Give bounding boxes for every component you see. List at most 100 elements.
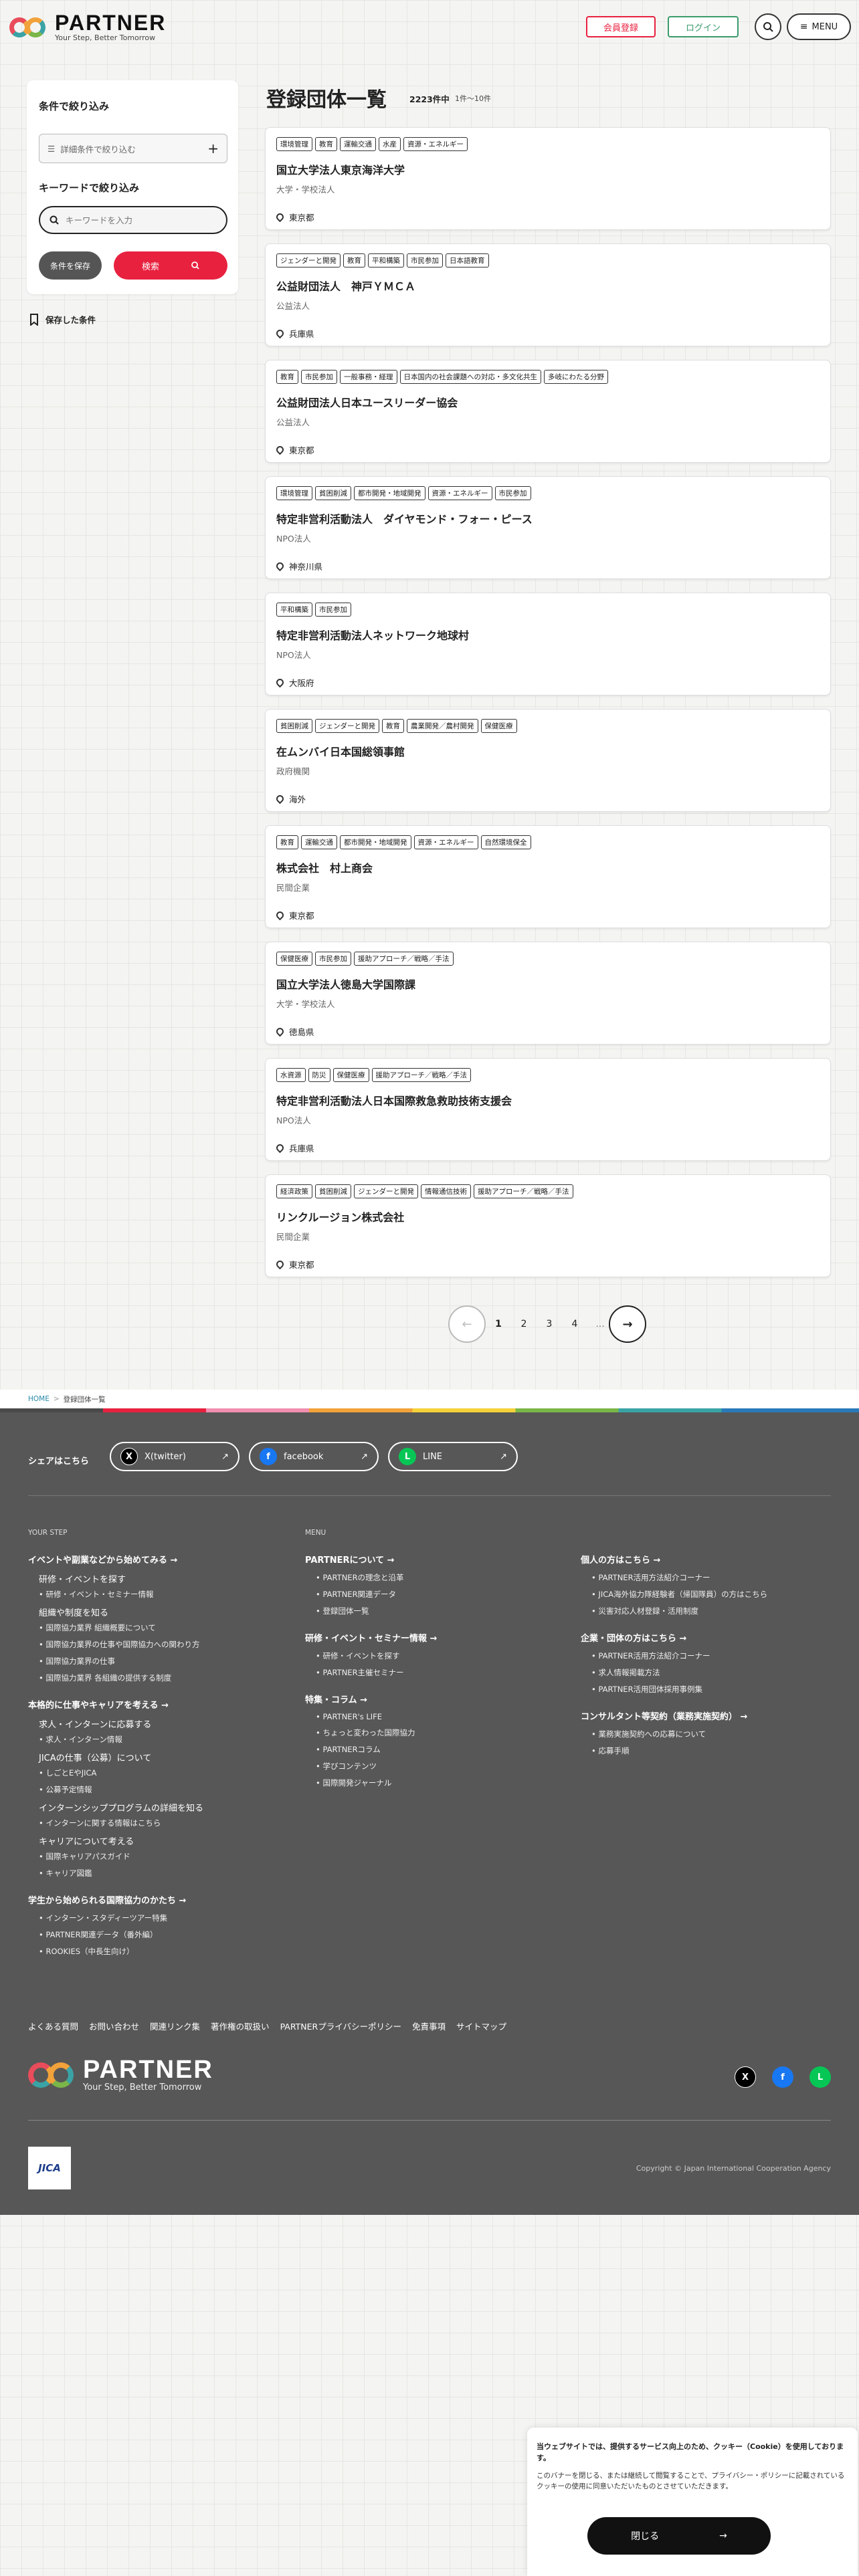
footer-section-link[interactable]: 個人の方はこちら → (581, 1553, 842, 1566)
footer-subsection[interactable]: キャリアについて考える (39, 1834, 289, 1847)
org-card[interactable]: 保健医療 市民参加 援助アプローチ／戦略／手法 国立大学法人徳島大学国際課 大学・学校法… (265, 942, 831, 1045)
footer-x-icon[interactable]: X (735, 2066, 756, 2088)
footer-subsection[interactable]: 組織や制度を知る (39, 1606, 289, 1618)
footer-link[interactable]: • 研修・イベントを探す (316, 1650, 566, 1661)
org-card[interactable]: 貧困削減 ジェンダーと開発 教育 農業開発／農村開発 保健医療 在ムンバイ日本国総領事館政… (265, 709, 831, 812)
footer-link[interactable]: • PARTNER活用団体採用事例集 (591, 1684, 842, 1695)
org-name[interactable]: 国立大学法人徳島大学国際課 (276, 976, 415, 992)
page-3[interactable]: 3 (545, 1319, 554, 1329)
page-4[interactable]: 4 (570, 1319, 579, 1329)
footer-subsection[interactable]: インターンシッププログラムの詳細を知る (39, 1801, 289, 1814)
footer-link[interactable]: • 登録団体一覧 (316, 1606, 566, 1616)
next-page-button[interactable]: → (609, 1305, 646, 1343)
footer-bottom-link[interactable]: サイトマップ (456, 2020, 506, 2032)
footer-link[interactable]: • 災害対応人材登録・活用制度 (591, 1606, 842, 1616)
register-button[interactable]: 会員登録 (586, 16, 656, 37)
search-button[interactable] (755, 13, 781, 40)
footer-link[interactable]: • PARTNER主催セミナー (316, 1667, 566, 1678)
footer-bottom-link[interactable]: お問い合わせ (89, 2020, 139, 2032)
footer-link[interactable]: • インターン・スタディーツアー特集 (39, 1913, 289, 1923)
org-card[interactable]: 環境管理 教育 運輸交通 水産 資源・エネルギー 国立大学法人東京海洋大学 大学・学校法人東… (265, 127, 831, 230)
save-condition-button[interactable]: 条件を保存 (39, 251, 102, 280)
share-facebook-button[interactable]: f facebook ↗ (249, 1442, 379, 1471)
footer-bottom-link[interactable]: 関連リンク集 (150, 2020, 200, 2032)
org-name[interactable]: 在ムンバイ日本国総領事館 (276, 743, 405, 759)
footer-link[interactable]: • 国際協力業界の仕事 (39, 1656, 289, 1667)
login-button[interactable]: ログイン (668, 16, 739, 37)
keyword-input[interactable] (66, 215, 213, 225)
org-name[interactable]: 特定非営利活動法人日本国際救急救助技術支援会 (276, 1092, 512, 1108)
org-card[interactable]: 環境管理 貧困削減 都市開発・地域開発 資源・エネルギー 市民参加 特定非営利活動法人 ダ… (265, 476, 831, 579)
org-card[interactable]: ジェンダーと開発 教育 平和構築 市民参加 日本語教育 公益財団法人 神戸ＹＭＣＡ 公益法人… (265, 243, 831, 346)
footer-facebook-icon[interactable]: f (772, 2066, 793, 2088)
footer-section-link[interactable]: 学生から始められる国際協力のかたち → (28, 1893, 289, 1906)
footer-link[interactable]: • インターンに関する情報はこちら (39, 1818, 289, 1828)
breadcrumb-home[interactable]: HOME (28, 1395, 50, 1403)
footer-section-link[interactable]: コンサルタント等契約（業務実施契約） → (581, 1709, 842, 1722)
footer-section-link[interactable]: 企業・団体の方はこちら → (581, 1631, 842, 1644)
footer-link[interactable]: • 国際協力業界 組織概要について (39, 1622, 289, 1633)
footer-subsection[interactable]: 研修・イベントを探す (39, 1572, 289, 1585)
footer-section-link[interactable]: 研修・イベント・セミナー情報 → (305, 1631, 566, 1644)
org-card[interactable]: 水資源 防災 保健医療 援助アプローチ／戦略／手法 特定非営利活動法人日本国際救急救助技… (265, 1058, 831, 1161)
org-name[interactable]: 公益財団法人日本ユースリーダー協会 (276, 394, 458, 410)
org-card[interactable]: 経済政策 貧困削減 ジェンダーと開発 情報通信技術 援助アプローチ／戦略／手法 リンクルー… (265, 1174, 831, 1277)
detail-filter-button[interactable]: ☰ 詳細条件で絞り込む + (39, 134, 227, 163)
footer-link[interactable]: • キャリア図鑑 (39, 1868, 289, 1879)
org-card[interactable]: 教育 運輸交通 都市開発・地域開発 資源・エネルギー 自然環境保全 株式会社 村上商会 民間… (265, 825, 831, 928)
footer-link[interactable]: • PARTNER活用方法紹介コーナー (591, 1650, 842, 1661)
footer-section-link[interactable]: 本格的に仕事やキャリアを考える → (28, 1698, 289, 1711)
footer-link[interactable]: • 業務実施契約への応募について (591, 1729, 842, 1739)
search-submit-button[interactable]: 検索 (114, 251, 227, 280)
footer-line-icon[interactable]: L (809, 2066, 831, 2088)
prev-page-button[interactable]: ← (448, 1305, 486, 1343)
org-card[interactable]: 平和構築 市民参加 特定非営利活動法人ネットワーク地球村 NPO法人 大阪府 (265, 593, 831, 695)
footer-link[interactable]: • PARTNER活用方法紹介コーナー (591, 1572, 842, 1583)
footer-link[interactable]: • 国際協力業界の仕事や国際協力への関わり方 (39, 1639, 289, 1650)
footer-subsection[interactable]: 求人・インターンに応募する (39, 1717, 289, 1730)
footer-link[interactable]: • PARTNER's LIFE (316, 1712, 566, 1721)
footer-link[interactable]: • 国際開発ジャーナル (316, 1778, 566, 1788)
footer-link[interactable]: • 研修・イベント・セミナー情報 (39, 1589, 289, 1600)
footer-link[interactable]: • PARTNER関連データ（番外編） (39, 1929, 289, 1940)
menu-button[interactable]: ≡ MENU (787, 13, 851, 40)
share-line-button[interactable]: L LINE ↗ (388, 1442, 518, 1471)
footer-link[interactable]: • 学びコンテンツ (316, 1761, 566, 1772)
footer-link[interactable]: • PARTNERコラム (316, 1744, 566, 1755)
footer-bottom-link[interactable]: よくある質問 (28, 2020, 78, 2032)
footer-section-link[interactable]: イベントや副業などから始めてみる → (28, 1553, 289, 1566)
footer-link[interactable]: • 国際協力業界 各組織の提供する制度 (39, 1673, 289, 1683)
jica-logo[interactable]: JICA (28, 2147, 71, 2189)
footer-bottom-link[interactable]: 著作権の取扱い (211, 2020, 270, 2032)
footer-link[interactable]: • 公募予定情報 (39, 1784, 289, 1795)
footer-section-link[interactable]: 特集・コラム → (305, 1693, 566, 1705)
page-1[interactable]: 1 (494, 1319, 503, 1329)
footer-bottom-link[interactable]: 免責事項 (412, 2020, 446, 2032)
footer-section-link[interactable]: PARTNERについて → (305, 1553, 566, 1566)
saved-conditions-link[interactable]: 保存した条件 (29, 313, 96, 326)
footer-link[interactable]: • 求人情報掲載方法 (591, 1667, 842, 1678)
cookie-close-button[interactable]: 閉じる → (587, 2517, 771, 2555)
footer-bottom-link[interactable]: PARTNERプライバシーポリシー (280, 2020, 401, 2032)
org-name[interactable]: 特定非営利活動法人ネットワーク地球村 (276, 627, 469, 643)
org-name[interactable]: 公益財団法人 神戸ＹＭＣＡ (276, 278, 415, 294)
page-2[interactable]: 2 (519, 1319, 529, 1329)
footer-link[interactable]: • 求人・インターン情報 (39, 1734, 289, 1745)
footer-link[interactable]: • 応募手順 (591, 1745, 842, 1756)
footer-link[interactable]: • PARTNER関連データ (316, 1589, 566, 1600)
footer-link[interactable]: • PARTNERの理念と沿革 (316, 1572, 566, 1583)
org-name[interactable]: 特定非営利活動法人 ダイヤモンド・フォー・ピース (276, 510, 533, 526)
footer-link[interactable]: • ROOKIES（中長生向け） (39, 1946, 289, 1957)
footer-link[interactable]: • 国際キャリアパスガイド (39, 1851, 289, 1862)
org-name[interactable]: 株式会社 村上商会 (276, 859, 373, 875)
org-name[interactable]: 国立大学法人東京海洋大学 (276, 161, 405, 177)
org-name[interactable]: リンクルージョン株式会社 (276, 1208, 404, 1224)
footer-link[interactable]: • しごとEやJICA (39, 1767, 289, 1778)
footer-logo[interactable]: PARTNER Your Step, Better Tomorrow (28, 2057, 213, 2092)
footer-link[interactable]: • JICA海外協力隊経験者（帰国隊員）の方はこちら (591, 1589, 842, 1600)
share-x-button[interactable]: X X(twitter) ↗ (110, 1442, 240, 1471)
footer-subsection[interactable]: JICAの仕事（公募）について (39, 1751, 289, 1763)
site-logo[interactable]: PARTNER Your Step, Better Tomorrow (9, 12, 166, 42)
footer-link[interactable]: • ちょっと変わった国際協力 (316, 1727, 566, 1738)
org-card[interactable]: 教育 市民参加 一般事務・経理 日本国内の社会課題への対応・多文化共生 多岐にわたる分野… (265, 360, 831, 463)
